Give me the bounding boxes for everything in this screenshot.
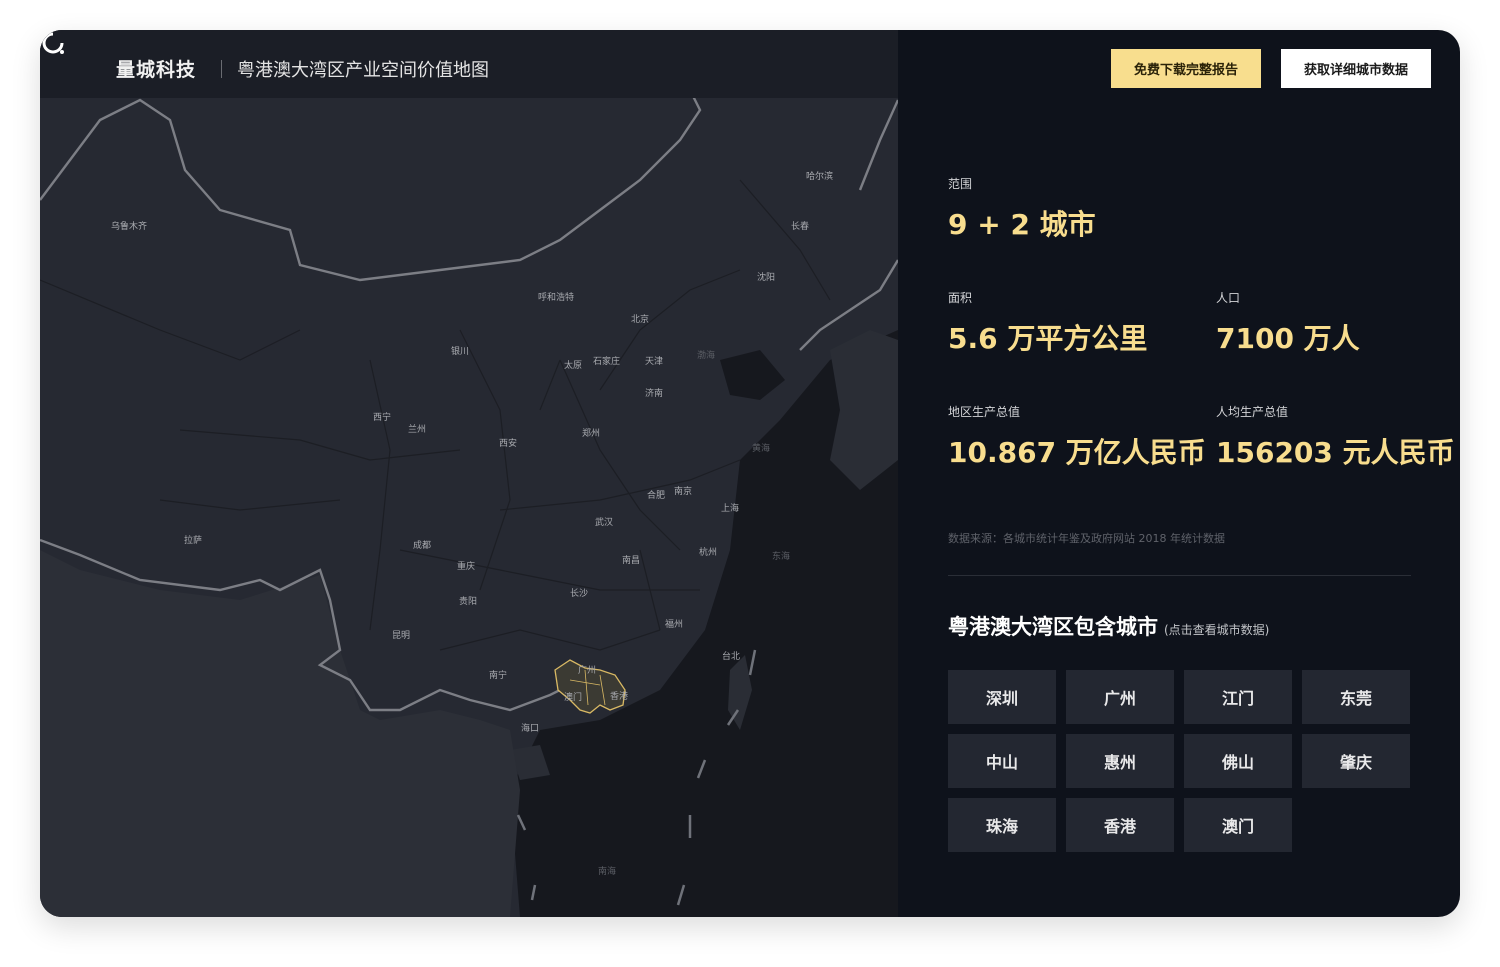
- city-label: 南昌: [622, 556, 641, 566]
- population-label: 人口: [1216, 291, 1241, 305]
- city-label: 拉萨: [184, 536, 203, 546]
- city-label: 西安: [499, 439, 518, 449]
- city-button-shenzhen[interactable]: 深圳: [948, 670, 1056, 724]
- city-label: 西宁: [373, 413, 392, 423]
- get-city-data-button[interactable]: 获取详细城市数据: [1281, 49, 1431, 88]
- header-divider: [221, 60, 222, 78]
- city-label: 香港: [610, 692, 629, 702]
- city-label: 长春: [791, 222, 810, 232]
- city-label: 武汉: [595, 518, 614, 528]
- korea-land: [830, 330, 898, 490]
- city-label: 福州: [665, 620, 684, 630]
- city-label: 兰州: [408, 425, 427, 435]
- city-label: 南宁: [489, 671, 508, 681]
- city-label: 贵阳: [459, 597, 478, 607]
- city-label: 天津: [645, 357, 664, 367]
- city-label: 银川: [451, 347, 470, 357]
- city-button-jiangmen[interactable]: 江门: [1184, 670, 1292, 724]
- city-label: 长沙: [570, 589, 589, 599]
- city-button-dongguan[interactable]: 东莞: [1302, 670, 1410, 724]
- cities-title-text: 粤港澳大湾区包含城市: [948, 615, 1158, 639]
- bohai-sea: [720, 350, 785, 400]
- city-label: 沈阳: [757, 273, 776, 283]
- sea-label: 东海: [772, 552, 791, 562]
- population-value: 7100 万人: [1216, 322, 1360, 355]
- city-label: 乌鲁木齐: [111, 222, 148, 232]
- scope-label: 范围: [948, 177, 973, 191]
- cities-section-title: 粤港澳大湾区包含城市 (点击查看城市数据): [948, 611, 1269, 641]
- panel-divider: [948, 575, 1411, 576]
- data-source-note: 数据来源：各城市统计年鉴及政府网站 2018 年统计数据: [948, 532, 1225, 545]
- city-label: 杭州: [699, 548, 718, 558]
- city-label: 上海: [721, 504, 740, 514]
- city-label: 成都: [413, 541, 432, 551]
- scope-value: 9 + 2 城市: [948, 208, 1096, 241]
- sea-label: 黄海: [752, 444, 771, 454]
- city-label: 昆明: [392, 631, 411, 641]
- south-asia-land: [40, 550, 520, 917]
- city-button-huizhou[interactable]: 惠州: [1066, 734, 1174, 788]
- gdp-per-capita-value: 156203 元人民币: [1216, 436, 1455, 469]
- city-label: 北京: [631, 315, 650, 325]
- city-label: 合肥: [647, 491, 666, 501]
- city-label: 广州: [578, 666, 597, 676]
- map-title: 粤港澳大湾区产业空间价值地图: [237, 60, 489, 81]
- city-label: 太原: [564, 361, 583, 371]
- gdp-label: 地区生产总值: [948, 405, 1021, 419]
- china-map[interactable]: 量城科技 粤港澳大湾区产业空间价值地图 乌鲁木齐 哈尔滨 长春 沈阳 呼和浩特 …: [40, 30, 898, 917]
- map-canvas: [40, 30, 898, 917]
- city-button-zhuhai[interactable]: 珠海: [948, 798, 1056, 852]
- city-label: 台北: [722, 652, 741, 662]
- city-label: 南京: [674, 487, 693, 497]
- city-label: 济南: [645, 389, 664, 399]
- city-button-zhaoqing[interactable]: 肇庆: [1302, 734, 1410, 788]
- download-report-button[interactable]: 免费下载完整报告: [1111, 49, 1261, 88]
- city-label: 海口: [521, 724, 540, 734]
- map-header: 量城科技 粤港澳大湾区产业空间价值地图: [40, 30, 898, 98]
- city-button-hongkong[interactable]: 香港: [1066, 798, 1174, 852]
- city-label: 重庆: [457, 562, 476, 572]
- brand-name: 量城科技: [116, 59, 197, 81]
- city-label: 哈尔滨: [806, 172, 834, 182]
- city-label: 澳门: [564, 693, 583, 703]
- city-button-macau[interactable]: 澳门: [1184, 798, 1292, 852]
- area-value: 5.6 万平方公里: [948, 322, 1148, 355]
- city-button-guangzhou[interactable]: 广州: [1066, 670, 1174, 724]
- logo-icon: [42, 32, 64, 54]
- cities-title-note: (点击查看城市数据): [1164, 623, 1270, 637]
- city-label: 郑州: [582, 429, 601, 439]
- city-grid: 深圳 广州 江门 东莞 中山 惠州 佛山 肇庆 珠海 香港 澳门: [948, 670, 1411, 852]
- city-label: 石家庄: [593, 357, 621, 367]
- sea-label: 渤海: [697, 351, 716, 361]
- gdp-value: 10.867 万亿人民币: [948, 436, 1206, 469]
- app-window: 量城科技 粤港澳大湾区产业空间价值地图 乌鲁木齐 哈尔滨 长春 沈阳 呼和浩特 …: [40, 30, 1460, 917]
- city-button-zhongshan[interactable]: 中山: [948, 734, 1056, 788]
- city-label: 呼和浩特: [538, 293, 575, 303]
- city-button-foshan[interactable]: 佛山: [1184, 734, 1292, 788]
- area-label: 面积: [948, 291, 973, 305]
- sea-label: 南海: [598, 867, 617, 877]
- gdp-per-capita-label: 人均生产总值: [1216, 405, 1289, 419]
